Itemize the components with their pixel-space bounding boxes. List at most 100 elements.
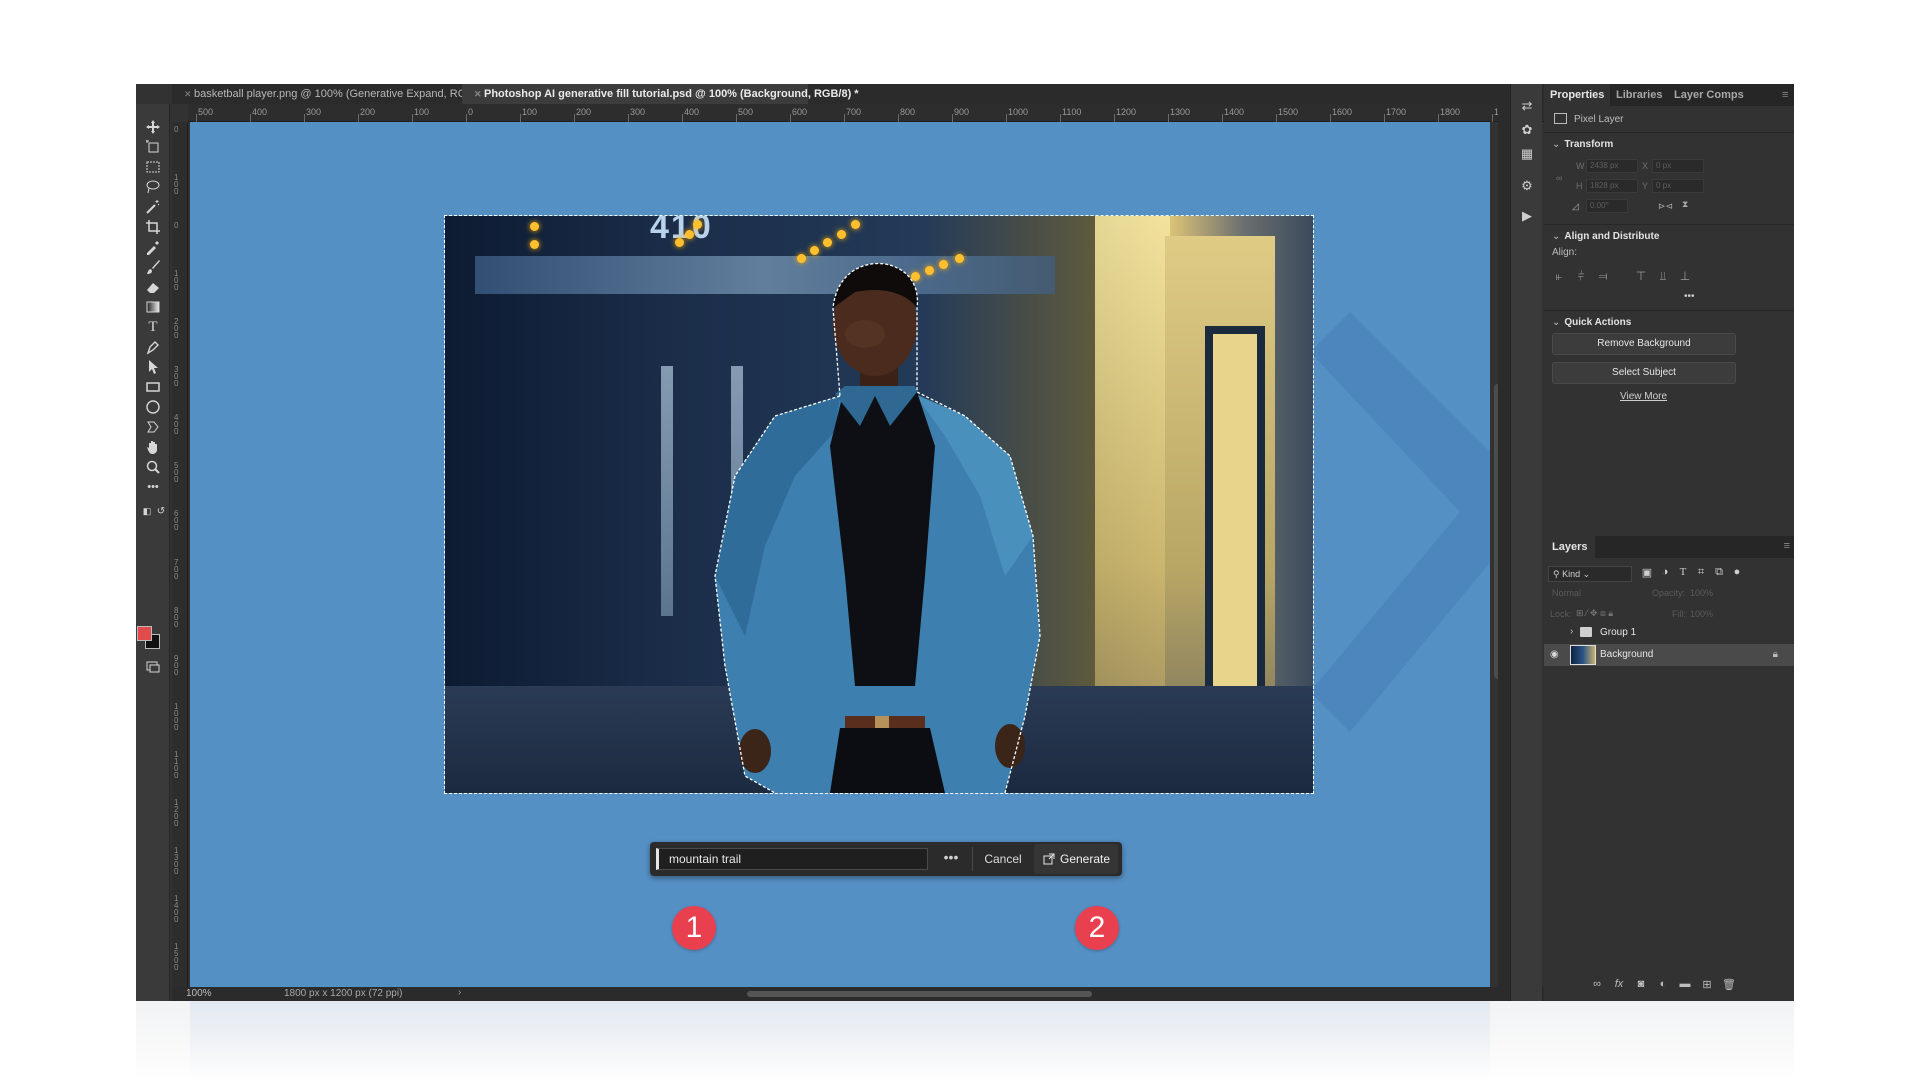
magic-wand-tool-icon[interactable] (144, 198, 162, 216)
x-field[interactable]: 0 px (1652, 159, 1704, 173)
close-tab-icon[interactable]: ✕ (184, 84, 194, 104)
angle-field[interactable]: 0.00° (1586, 199, 1628, 213)
filter-smart-object-icon[interactable]: ⧉ (1712, 566, 1726, 580)
flip-horizontal-icon[interactable]: ⊳⊲ (1658, 201, 1673, 212)
tab-libraries[interactable]: Libraries (1616, 84, 1662, 106)
ruler-tick-label: 300 (174, 365, 179, 389)
close-tab-icon[interactable]: ✕ (474, 84, 484, 104)
move-tool-icon[interactable] (144, 118, 162, 136)
status-menu-arrow[interactable]: › (458, 987, 461, 998)
path-selection-tool-icon[interactable] (144, 358, 162, 376)
add-mask-icon[interactable]: ◙ (1634, 978, 1648, 992)
panel-menu-icon[interactable]: ≡ (1782, 84, 1788, 106)
delete-layer-icon[interactable]: 🗑︎ (1722, 978, 1736, 992)
hand-tool-icon[interactable] (144, 438, 162, 456)
photo-selection[interactable]: 410 (444, 215, 1314, 794)
new-layer-icon[interactable]: ⊞ (1700, 978, 1714, 992)
lasso-tool-icon[interactable] (144, 178, 162, 196)
align-vertical-center-icon[interactable]: ⫫ (1656, 269, 1670, 283)
angle-icon: ◿ (1572, 201, 1579, 211)
layers-menu-icon[interactable]: ≡ (1784, 540, 1790, 552)
generate-button[interactable]: Generate (1034, 844, 1118, 874)
flip-vertical-icon[interactable]: ⧗ (1682, 199, 1688, 210)
transform-section: ⌄ Transform ∞ W 2438 px X 0 px H 1828 px … (1544, 132, 1794, 222)
custom-shape-tool-icon[interactable] (144, 418, 162, 436)
crop-tool-icon[interactable] (144, 218, 162, 236)
brush-tool-icon[interactable] (144, 258, 162, 276)
artboard-tool-icon[interactable] (144, 138, 162, 156)
gradient-tool-icon[interactable] (144, 298, 162, 316)
brush-settings-icon[interactable]: ✿ (1519, 122, 1535, 138)
layer-row-background[interactable]: ◉ Background 🔒︎ (1544, 644, 1794, 666)
ellipse-tool-icon[interactable] (144, 398, 162, 416)
filter-pixel-icon[interactable]: ▣ (1640, 566, 1654, 580)
history-icon[interactable]: ⇄ (1519, 98, 1535, 114)
lock-options-icons[interactable]: ⊞ ⁄ ✥ ⧈ 🔒︎ (1576, 608, 1613, 619)
ruler-tick-label: 1200 (174, 797, 179, 828)
tab-layer-comps[interactable]: Layer Comps (1674, 84, 1744, 106)
zoom-level[interactable]: 100% (186, 988, 212, 999)
tab-properties[interactable]: Properties (1544, 84, 1611, 106)
transform-title[interactable]: ⌄ Transform (1552, 139, 1613, 150)
more-tools-icon[interactable]: ••• (144, 478, 162, 496)
layer-filter-select[interactable]: ⚲ Kind ⌄ (1548, 566, 1632, 582)
cancel-button[interactable]: Cancel (976, 848, 1030, 870)
ruler-tick (952, 114, 953, 122)
filter-toggle-icon[interactable]: ● (1730, 566, 1744, 580)
link-layers-icon[interactable]: ∞ (1590, 978, 1604, 992)
tab-layers[interactable]: Layers (1544, 536, 1596, 558)
new-adjustment-layer-icon[interactable]: ◐ (1656, 978, 1670, 992)
y-field[interactable]: 0 px (1652, 179, 1704, 193)
horizontal-scrollbar[interactable] (747, 991, 1092, 997)
ruler-tick-label: 300 (630, 107, 646, 117)
ruler-tick-label: 100 (174, 173, 179, 197)
tab-generative-fill-tutorial[interactable]: ✕ Photoshop AI generative fill tutorial.p… (462, 84, 859, 104)
ruler-tick (790, 114, 791, 122)
filter-type-icon[interactable]: T (1676, 566, 1690, 580)
zoom-tool-icon[interactable] (144, 458, 162, 476)
align-horizontal-center-icon[interactable]: ⫩ (1574, 269, 1588, 283)
visibility-eye-icon[interactable]: ◉ (1550, 649, 1564, 661)
callout-badge-1: 1 (672, 906, 716, 950)
eyedropper-tool-icon[interactable] (144, 238, 162, 256)
blend-mode-select[interactable]: Normal (1552, 588, 1581, 598)
generative-fill-prompt-input[interactable] (656, 848, 928, 870)
filter-adjustment-icon[interactable]: ◑ (1658, 566, 1672, 580)
filter-shape-icon[interactable]: ⌗ (1694, 566, 1708, 580)
expand-group-icon[interactable]: › (1570, 626, 1573, 637)
screen-mode-icon[interactable] (144, 658, 162, 676)
ruler-tick (736, 114, 737, 122)
marquee-tool-icon[interactable] (144, 158, 162, 176)
adjustments-icon[interactable]: ⚙ (1519, 178, 1535, 194)
view-more-link[interactable]: View More (1620, 391, 1667, 402)
quick-actions-title[interactable]: ⌄ Quick Actions (1552, 317, 1631, 328)
height-field[interactable]: 1828 px (1586, 179, 1638, 193)
select-subject-button[interactable]: Select Subject (1552, 362, 1736, 384)
swap-colors-icon[interactable]: ↺ (152, 502, 170, 520)
new-group-icon[interactable]: ▬ (1678, 978, 1692, 992)
fill-field[interactable]: 100% (1690, 609, 1713, 619)
width-field[interactable]: 2438 px (1586, 159, 1638, 173)
actions-play-icon[interactable]: ▶ (1519, 208, 1535, 224)
align-more-button[interactable]: ••• (1684, 291, 1695, 302)
layer-row-group-1[interactable]: › Group 1 (1544, 622, 1794, 644)
tab-basketball-player[interactable]: ✕ basketball player.png @ 100% (Generativ… (172, 84, 500, 104)
layer-style-icon[interactable]: fx (1612, 978, 1626, 992)
eraser-tool-icon[interactable] (144, 278, 162, 296)
align-left-icon[interactable]: ⫦ (1552, 269, 1566, 283)
swatches-icon[interactable]: ▦ (1519, 146, 1535, 162)
foreground-color-swatch[interactable] (137, 626, 152, 641)
rectangle-tool-icon[interactable] (144, 378, 162, 396)
align-distribute-title[interactable]: ⌄ Align and Distribute (1552, 231, 1659, 242)
document-canvas[interactable]: 410 mountain trail ••• Cancel Generate 1… (190, 122, 1490, 987)
type-tool-icon[interactable]: T (144, 318, 162, 336)
align-bottom-icon[interactable]: ⊥ (1678, 269, 1692, 283)
pen-tool-icon[interactable] (144, 338, 162, 356)
remove-background-button[interactable]: Remove Background (1552, 333, 1736, 355)
more-options-button[interactable]: ••• (940, 848, 962, 870)
align-top-icon[interactable]: ⊤ (1634, 269, 1648, 283)
opacity-field[interactable]: 100% (1690, 588, 1713, 598)
ruler-tick-label: 800 (174, 605, 179, 629)
y-label: Y (1642, 181, 1649, 191)
align-right-icon[interactable]: ⫤ (1596, 269, 1610, 283)
